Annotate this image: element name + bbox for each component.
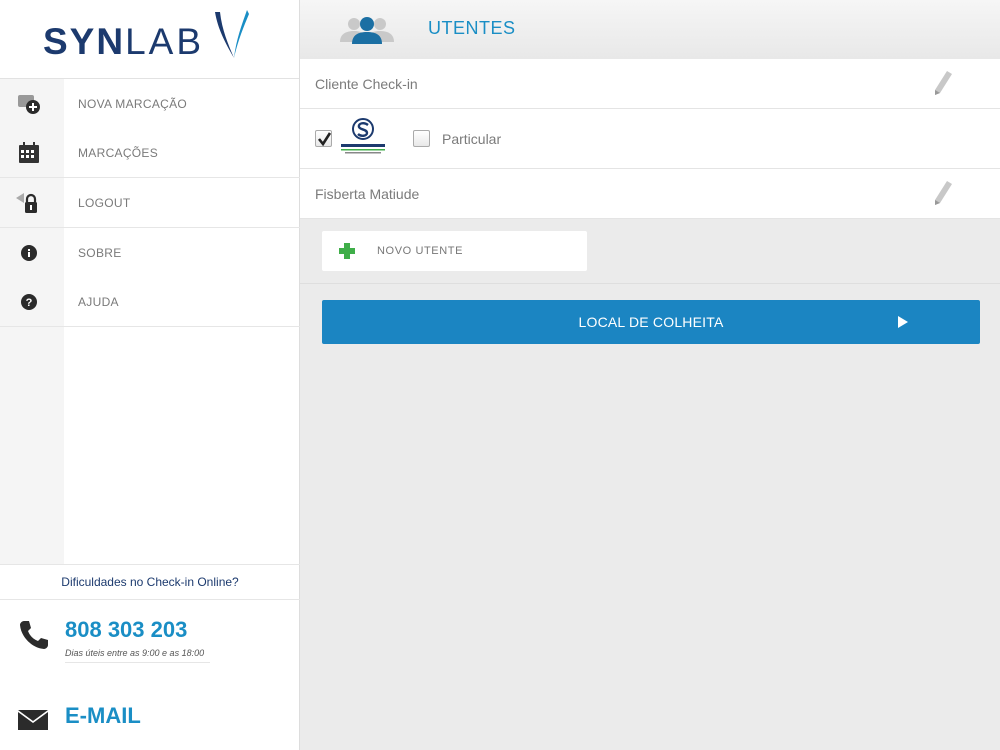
novo-utente-label: NOVO UTENTE [377, 245, 464, 257]
patient-name: Fisberta Matiude [315, 186, 420, 202]
divider [300, 283, 1000, 284]
insurance-row: Particular [300, 109, 1000, 169]
local-de-colheita-button[interactable]: LOCAL DE COLHEITA [322, 300, 980, 344]
client-checkin-row: Cliente Check-in [300, 59, 1000, 109]
sidebar-item-sobre[interactable]: SOBRE [0, 228, 300, 277]
sidebar-nav: NOVA MARCAÇÃO MARCAÇÕES LOGOUT SOBRE ? A… [0, 79, 300, 564]
lock-icon [16, 193, 37, 213]
services-sociais-checkbox[interactable] [315, 130, 332, 147]
sidebar-item-label: AJUDA [78, 294, 119, 309]
patient-row: Fisberta Matiude [300, 169, 1000, 219]
nav-group-bookings: NOVA MARCAÇÃO MARCAÇÕES [0, 79, 300, 178]
svg-text:?: ? [26, 297, 33, 309]
users-icon [340, 17, 394, 44]
calendar-icon [19, 142, 39, 163]
nav-group-account: LOGOUT [0, 178, 300, 228]
synlab-logo: SYNLAB [0, 0, 299, 79]
particular-label: Particular [442, 131, 502, 147]
envelope-icon [18, 710, 48, 730]
sidebar-item-label: NOVA MARCAÇÃO [78, 96, 188, 111]
main-content: UTENTES Cliente Check-in Particular Fisb… [300, 0, 1000, 750]
page-title: UTENTES [428, 18, 516, 38]
phone-hours: Dias úteis entre as 9:00 e as 18:00 [65, 648, 210, 663]
checkmark-icon [317, 132, 332, 147]
help-icon: ? [21, 294, 37, 310]
info-icon [21, 245, 37, 261]
sidebar-item-label: LOGOUT [78, 195, 131, 210]
calendar-plus-icon [18, 95, 40, 114]
sidebar-item-nova-marcacao[interactable]: NOVA MARCAÇÃO [0, 79, 300, 128]
client-checkin-label: Cliente Check-in [315, 76, 418, 92]
pencil-icon[interactable] [932, 69, 954, 97]
phone-contact[interactable]: 808 303 203 Dias úteis entre as 9:00 e a… [0, 615, 300, 675]
sidebar-item-logout[interactable]: LOGOUT [0, 178, 300, 227]
play-arrow-icon [898, 316, 908, 328]
sidebar-item-label: SOBRE [78, 245, 122, 260]
plus-icon [339, 243, 355, 259]
pencil-icon[interactable] [932, 179, 954, 207]
sidebar-item-marcacoes[interactable]: MARCAÇÕES [0, 128, 300, 177]
nav-group-info: SOBRE ? AJUDA [0, 228, 300, 327]
help-link[interactable]: Dificuldades no Check-in Online? [0, 564, 300, 600]
local-de-colheita-label: LOCAL DE COLHEITA [578, 314, 724, 330]
logo-wordmark: SYNLAB [43, 21, 205, 62]
novo-utente-button[interactable]: NOVO UTENTE [322, 231, 587, 271]
phone-icon [20, 621, 48, 649]
sidebar-item-ajuda[interactable]: ? AJUDA [0, 277, 300, 326]
email-contact[interactable]: E-MAIL [0, 700, 300, 740]
logo-mark-icon [215, 10, 249, 58]
particular-checkbox[interactable] [413, 130, 430, 147]
phone-number: 808 303 203 [65, 617, 188, 642]
sidebar-item-label: MARCAÇÕES [78, 145, 159, 160]
servicos-sociais-logo [341, 118, 385, 154]
email-label: E-MAIL [65, 703, 141, 728]
page-header: UTENTES [300, 0, 1000, 59]
sidebar: SYNLAB NOVA MARCAÇÃO MARCAÇÕES LOGOUT SO… [0, 0, 300, 750]
